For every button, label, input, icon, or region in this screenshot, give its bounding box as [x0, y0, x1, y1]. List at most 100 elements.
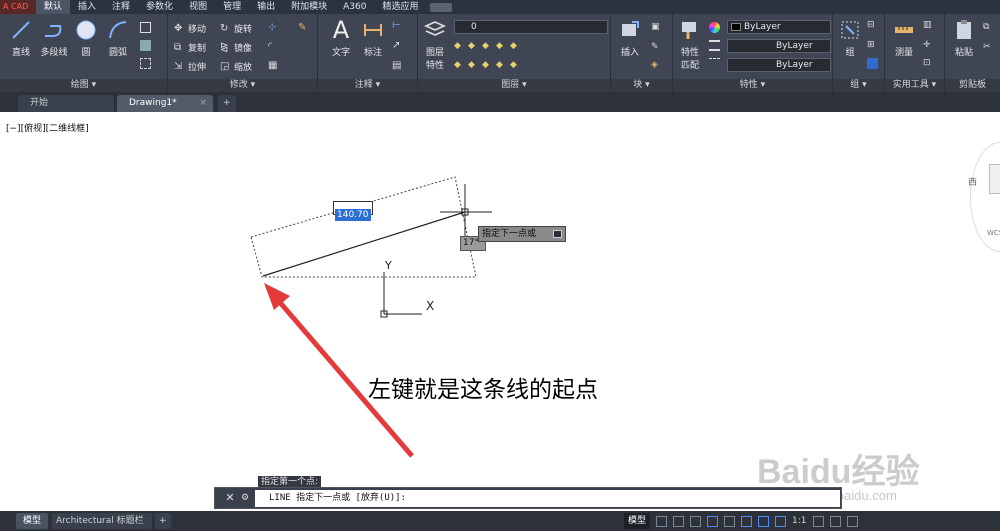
block-panel-title[interactable]: 块 ▾	[611, 79, 672, 92]
tab-annotate[interactable]: 注释	[104, 0, 138, 14]
layer-tools-row-2[interactable]: ◆ ◆ ◆ ◆ ◆	[454, 60, 521, 71]
scale-button[interactable]: ◲ 缩放	[220, 60, 252, 73]
annotation-panel-title[interactable]: 注释 ▾	[318, 79, 417, 92]
cut-button[interactable]: ✂	[983, 42, 994, 53]
isodraft-icon[interactable]	[724, 515, 736, 527]
layers-panel-title[interactable]: 图层 ▾	[418, 79, 610, 92]
color-dropdown[interactable]: ByLayer	[727, 20, 831, 34]
arc-button[interactable]: 圆弧	[104, 18, 132, 58]
copy-button[interactable]: ⧉ 复制	[174, 41, 206, 54]
linetype-dropdown[interactable]: ByLayer	[727, 39, 831, 53]
wcs-menu[interactable]: WCS	[987, 229, 1000, 237]
tab-parametric[interactable]: 参数化	[138, 0, 181, 14]
polar-icon[interactable]	[707, 515, 719, 527]
erase-button[interactable]: ✎	[298, 22, 309, 33]
linetype-button[interactable]	[709, 58, 720, 69]
edit-attributes-button[interactable]: ◈	[651, 60, 662, 71]
text-button[interactable]: A 文字	[326, 18, 356, 58]
rectangle-button[interactable]	[140, 22, 151, 33]
edit-block-button[interactable]: ✎	[651, 42, 662, 53]
tab-featured-apps[interactable]: 精选应用	[374, 0, 426, 14]
group-button[interactable]: 组	[837, 18, 863, 58]
copy-clip-button[interactable]: ⧉	[983, 22, 994, 33]
customize-plus-icon[interactable]	[829, 515, 841, 527]
dynamic-input-length[interactable]: 140.70	[333, 201, 373, 221]
modify-panel-title[interactable]: 修改 ▾	[168, 79, 317, 92]
array-button[interactable]: ▦	[268, 60, 279, 71]
dimension-button[interactable]: 标注	[358, 18, 388, 58]
app-logo[interactable]: A CAD	[0, 0, 36, 14]
id-point-button[interactable]: ✛	[923, 40, 934, 51]
calculator-icon: ▥	[923, 20, 932, 30]
annotation-scale[interactable]: 1:1	[792, 516, 806, 526]
match-properties-button[interactable]: 特性 匹配	[675, 18, 705, 71]
trim-button[interactable]: ⊹	[268, 22, 279, 33]
tab-output[interactable]: 输出	[249, 0, 283, 14]
region-button[interactable]	[140, 58, 151, 69]
rotate-button[interactable]: ↻ 旋转	[220, 22, 252, 35]
polyline-button[interactable]: 多段线	[38, 18, 70, 58]
lineweight-button[interactable]	[709, 40, 720, 51]
draw-panel-title[interactable]: 绘图 ▾	[0, 79, 167, 92]
viewcube-west-label[interactable]: 西	[968, 175, 977, 188]
customize-command-icon[interactable]: ⚙	[239, 492, 251, 504]
hatch-button[interactable]	[140, 40, 151, 51]
layer-tools-row-1[interactable]: ◆ ◆ ◆ ◆ ◆	[454, 41, 521, 52]
clean-screen-icon[interactable]	[846, 515, 858, 527]
clipboard-panel-title[interactable]: 剪贴板	[945, 79, 1000, 92]
viewcube-box[interactable]	[989, 164, 1000, 194]
workspace-gear-icon[interactable]	[812, 515, 824, 527]
drawing-canvas[interactable]: [−][俯视][二维线框] 140.70 17° 指定下一点或 Y X 西 WC…	[0, 112, 1000, 514]
annotation-visibility-icon[interactable]	[775, 515, 787, 527]
color-wheel-button[interactable]	[709, 22, 720, 33]
tab-drawing1[interactable]: Drawing1* ×	[117, 95, 213, 112]
tab-view[interactable]: 视图	[181, 0, 215, 14]
stretch-button[interactable]: ⇲ 拉伸	[174, 60, 206, 73]
groups-panel-title[interactable]: 组 ▾	[833, 79, 884, 92]
ortho-icon[interactable]	[690, 515, 702, 527]
layer-dropdown[interactable]: 0	[454, 20, 608, 34]
table-button[interactable]: ▤	[392, 60, 403, 71]
layout-tab[interactable]: Architectural 标题栏	[52, 513, 152, 529]
mirror-button[interactable]: ⧎ 镜像	[220, 41, 252, 54]
snap-icon[interactable]	[673, 515, 685, 527]
utilities-panel-title[interactable]: 实用工具 ▾	[885, 79, 944, 92]
fillet-button[interactable]: ◜	[268, 41, 279, 52]
ribbon-minimize-toggle[interactable]	[430, 2, 453, 12]
ucs-y-label: Y	[385, 259, 392, 272]
lineweight-dropdown[interactable]: ByLayer	[727, 58, 831, 72]
otrack-icon[interactable]	[758, 515, 770, 527]
tab-default[interactable]: 默认	[36, 0, 71, 14]
layer-properties-button[interactable]: 图层 特性	[420, 18, 450, 71]
quick-select-button[interactable]: ⊡	[923, 58, 934, 69]
grid-icon[interactable]	[656, 515, 668, 527]
command-input[interactable]: LINE 指定下一点或 [放弃(U)]:	[255, 490, 840, 507]
create-block-button[interactable]: ▣	[651, 22, 662, 33]
add-layout-button[interactable]: +	[155, 513, 171, 529]
tab-start[interactable]: 开始	[18, 95, 114, 112]
measure-button[interactable]: 测量	[889, 18, 919, 58]
ungroup-button[interactable]: ⊟	[867, 20, 878, 31]
paste-button[interactable]: 粘贴	[949, 18, 979, 58]
circle-button[interactable]: 圆	[72, 18, 100, 58]
model-tab[interactable]: 模型	[16, 513, 48, 529]
group-selection-button[interactable]	[867, 58, 878, 69]
tab-a360[interactable]: A360	[335, 0, 374, 14]
tab-insert[interactable]: 插入	[70, 0, 104, 14]
new-tab-button[interactable]: +	[218, 95, 236, 112]
close-command-icon[interactable]: ✕	[224, 492, 236, 504]
calculator-button[interactable]: ▥	[923, 20, 934, 31]
close-tab-icon[interactable]: ×	[199, 95, 207, 112]
properties-panel-title[interactable]: 特性 ▾	[673, 79, 832, 92]
tab-addins[interactable]: 附加模块	[283, 0, 335, 14]
leader-button[interactable]: ↗	[392, 40, 403, 51]
osnap-icon[interactable]	[741, 515, 753, 527]
model-space-button[interactable]: 模型	[624, 513, 651, 529]
linear-dim-button[interactable]: ⊢	[392, 20, 403, 31]
move-button[interactable]: ✥ 移动	[174, 22, 206, 35]
tab-manage[interactable]: 管理	[215, 0, 249, 14]
tooltip-options-icon[interactable]	[553, 230, 562, 238]
line-button[interactable]: 直线	[6, 18, 36, 58]
group-edit-button[interactable]: ⊞	[867, 40, 878, 51]
insert-block-button[interactable]: 插入	[615, 18, 645, 58]
